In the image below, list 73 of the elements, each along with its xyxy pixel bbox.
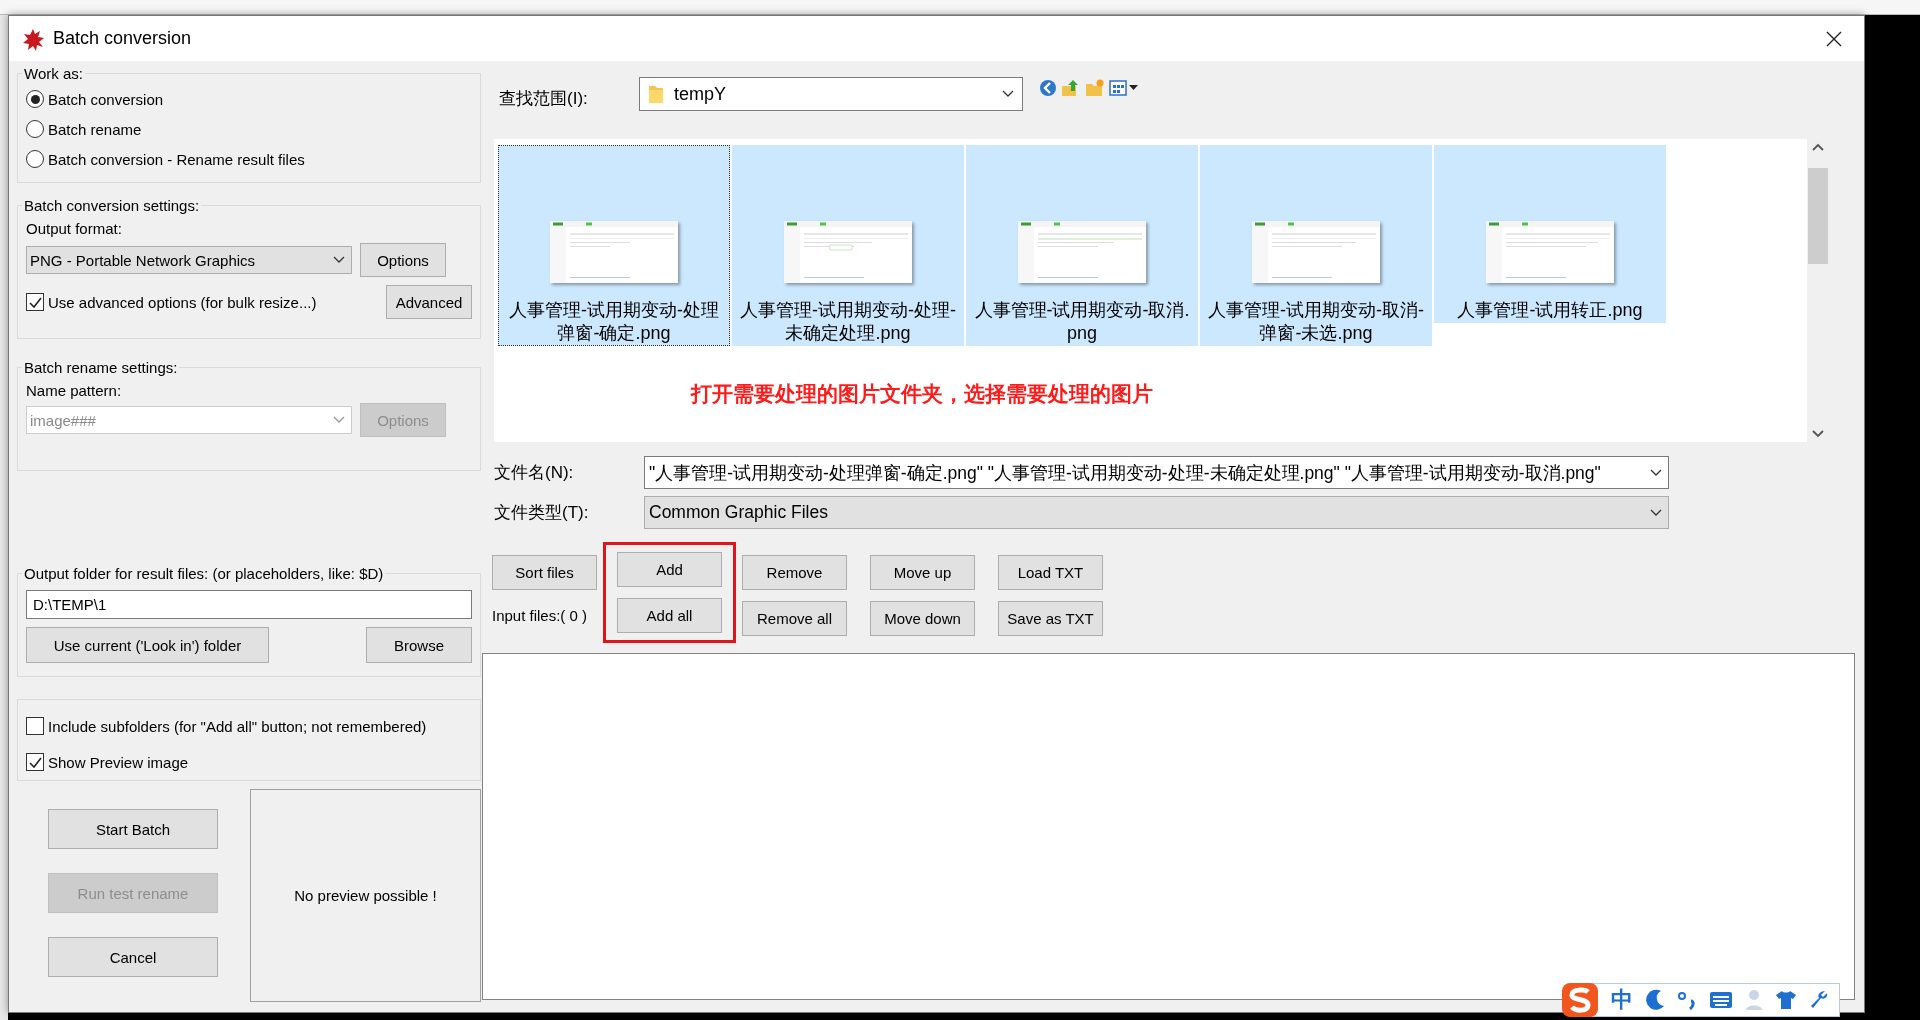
file-tile[interactable]: 人事管理-试用转正.png [1434, 145, 1666, 323]
preview-message: No preview possible ! [294, 887, 437, 904]
moon-icon[interactable] [1645, 989, 1665, 1011]
field-label: Output format: [26, 220, 123, 237]
field-label: Name pattern: [26, 382, 123, 399]
list-button[interactable]: Move up [870, 555, 975, 590]
punctuation-icon[interactable] [1677, 989, 1697, 1011]
radio-option[interactable]: Batch rename [26, 114, 472, 144]
file-tile[interactable]: 人事管理-试用期变动-取消-弹窗-未选.png [1200, 145, 1432, 346]
window-title: Batch conversion [53, 28, 193, 49]
file-type-label: 文件类型(T): [494, 502, 590, 524]
annotation-text: 打开需要处理的图片文件夹，选择需要处理的图片 [690, 381, 1153, 407]
group-label: Batch conversion settings: [23, 197, 201, 214]
file-name: 人事管理-试用期变动-取消-弹窗-未选.png [1207, 299, 1425, 345]
view-grid-icon [1109, 80, 1139, 96]
file-tile[interactable]: 人事管理-试用期变动-处理弹窗-确定.png [498, 145, 730, 346]
scroll-up-icon [1812, 143, 1824, 151]
list-button[interactable]: Remove [742, 555, 847, 590]
file-tile[interactable]: 人事管理-试用期变动-取消.png [966, 145, 1198, 346]
radio-option[interactable]: Batch conversion [26, 84, 472, 114]
group-label: Output folder for result files: (or placeholders, like: $D) [23, 565, 385, 582]
file-tile[interactable]: 人事管理-试用期变动-处理-未确定处理.png [732, 145, 964, 346]
output-folder-field[interactable]: D:\TEMP\1 [26, 590, 472, 619]
checkbox-option[interactable]: Include subfolders (for "Add all" button; not remembered) [26, 708, 472, 744]
shirt-icon[interactable] [1775, 990, 1797, 1010]
file-name-label: 文件名(N): [494, 462, 575, 484]
list-button[interactable]: Remove all [742, 601, 847, 636]
radio-option[interactable]: Batch conversion - Rename result files [26, 144, 472, 174]
look-in-label: 查找范围(I): [499, 87, 589, 110]
new-folder-icon [1085, 79, 1105, 97]
list-button[interactable]: Sort files [492, 555, 597, 590]
group-label: Batch rename settings: [23, 359, 179, 376]
list-button[interactable]: Load TXT [998, 555, 1103, 590]
keyboard-icon[interactable] [1709, 991, 1733, 1009]
input-mode-toggle[interactable]: 中 [1611, 985, 1633, 1015]
checkbox[interactable] [26, 753, 44, 771]
back-button[interactable] [1039, 79, 1057, 97]
radio-button[interactable] [26, 120, 44, 138]
list-button[interactable]: Add [617, 552, 722, 587]
advanced-button[interactable]: Advanced [386, 285, 472, 319]
view-menu-button[interactable] [1109, 79, 1139, 97]
list-button[interactable]: Save as TXT [998, 601, 1103, 636]
file-name: 人事管理-试用期变动-处理弹窗-确定.png [508, 299, 720, 345]
action-button[interactable]: Cancel [48, 937, 218, 977]
group-label: Work as: [23, 65, 84, 82]
checkmark-icon [28, 756, 42, 768]
file-name: 人事管理-试用期变动-取消.png [973, 299, 1191, 345]
file-name: 人事管理-试用期变动-处理-未确定处理.png [739, 299, 957, 345]
folder-icon [648, 84, 664, 104]
file-type-dropdown[interactable]: Common Graphic Files [644, 496, 1669, 529]
scroll-down-icon [1812, 430, 1824, 438]
up-folder-button[interactable] [1061, 79, 1081, 97]
radio-button[interactable] [26, 150, 44, 168]
list-button[interactable]: Add all [617, 598, 722, 633]
checkbox-option[interactable]: Show Preview image [26, 744, 472, 780]
folder-up-icon [1061, 79, 1081, 97]
options-button[interactable]: Options [360, 243, 446, 277]
radio-button[interactable] [26, 90, 44, 108]
look-in-dropdown[interactable]: tempY [639, 77, 1023, 111]
checkmark-icon [28, 296, 42, 308]
input-files-label: Input files:( 0 ) [492, 607, 589, 624]
file-name: 人事管理-试用转正.png [1456, 299, 1644, 322]
use-current-folder-button[interactable]: Use current ('Look in') folder [26, 627, 269, 663]
scroll-thumb[interactable] [1808, 167, 1828, 264]
checkbox-option[interactable]: Use advanced options (for bulk resize...) [26, 287, 317, 317]
checkbox[interactable] [26, 717, 44, 735]
browse-button[interactable]: Browse [366, 627, 472, 663]
close-icon [1826, 30, 1842, 47]
list-button[interactable]: Move down [870, 601, 975, 636]
file-name-field[interactable]: "人事管理-试用期变动-处理弹窗-确定.png" "人事管理-试用期变动-处理-未确定处理.png" "人事管理-试用期变动-取消.png" [644, 456, 1669, 489]
action-button[interactable]: Start Batch [48, 809, 218, 849]
checkbox[interactable] [26, 293, 44, 311]
format-dropdown[interactable]: PNG - Portable Network Graphics [26, 246, 352, 274]
